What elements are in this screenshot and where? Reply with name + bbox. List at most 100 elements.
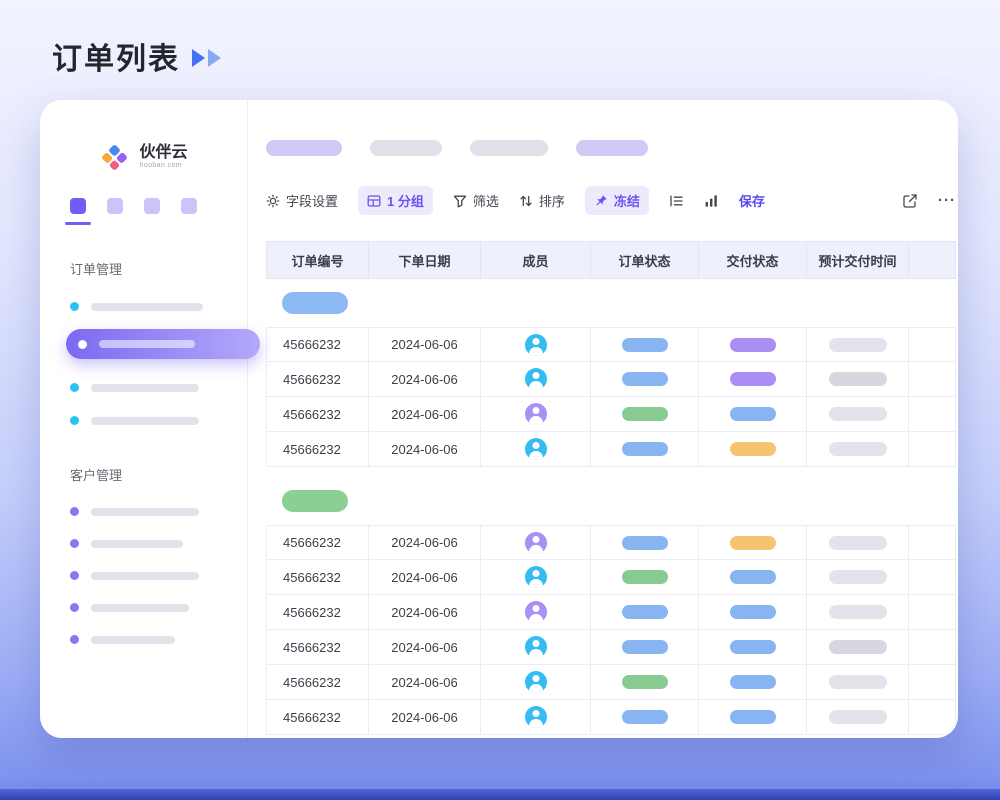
eta-cell[interactable] [807,362,909,396]
filter-button[interactable]: 筛选 [453,191,499,210]
delivery-status-cell[interactable] [699,526,807,559]
delivery-status-cell[interactable] [699,432,807,466]
order-number-cell[interactable]: 45666232 [267,700,369,734]
eta-cell[interactable] [807,432,909,466]
order-number-cell[interactable]: 45666232 [267,397,369,431]
sidebar-item[interactable] [70,571,247,580]
table-row[interactable]: 456662322024-06-06 [266,432,956,467]
group-button[interactable]: 1 分组 [358,186,433,215]
order-date-cell[interactable]: 2024-06-06 [369,328,481,361]
order-number-cell[interactable]: 45666232 [267,362,369,396]
sidebar-item[interactable] [70,539,247,548]
save-button[interactable]: 保存 [739,191,765,210]
sidebar-item[interactable] [70,603,247,612]
column-header-order-status[interactable]: 订单状态 [591,242,699,278]
order-date-cell[interactable]: 2024-06-06 [369,397,481,431]
chart-button[interactable] [704,194,719,208]
row-height-button[interactable] [669,194,684,208]
delivery-status-cell[interactable] [699,595,807,629]
nav-tab-active[interactable] [70,198,86,214]
sidebar-item[interactable] [70,635,247,644]
order-status-cell[interactable] [591,560,699,594]
order-date-cell[interactable]: 2024-06-06 [369,630,481,664]
order-status-cell[interactable] [591,595,699,629]
table-row[interactable]: 456662322024-06-06 [266,397,956,432]
order-status-cell[interactable] [591,432,699,466]
member-cell[interactable] [481,630,591,664]
column-header-order-date[interactable]: 下单日期 [369,242,481,278]
member-cell[interactable] [481,328,591,361]
order-number-cell[interactable]: 45666232 [267,665,369,699]
order-date-cell[interactable]: 2024-06-06 [369,362,481,396]
order-status-cell[interactable] [591,630,699,664]
sidebar-item-selected[interactable] [66,329,260,359]
nav-tab[interactable] [144,198,160,214]
column-header-eta[interactable]: 预计交付时间 [807,242,909,278]
delivery-status-cell[interactable] [699,665,807,699]
eta-cell[interactable] [807,595,909,629]
delivery-status-cell[interactable] [699,630,807,664]
sort-button[interactable]: 排序 [519,191,565,210]
nav-tab[interactable] [181,198,197,214]
order-number-cell[interactable]: 45666232 [267,630,369,664]
eta-cell[interactable] [807,328,909,361]
order-status-cell[interactable] [591,665,699,699]
sidebar-item[interactable] [70,507,247,516]
order-date-cell[interactable]: 2024-06-06 [369,595,481,629]
order-date-cell[interactable]: 2024-06-06 [369,526,481,559]
eta-cell[interactable] [807,630,909,664]
member-cell[interactable] [481,665,591,699]
member-cell[interactable] [481,595,591,629]
order-number-cell[interactable]: 45666232 [267,432,369,466]
delivery-status-cell[interactable] [699,328,807,361]
table-row[interactable]: 456662322024-06-06 [266,362,956,397]
table-row[interactable]: 456662322024-06-06 [266,525,956,560]
order-status-cell[interactable] [591,328,699,361]
table-row[interactable]: 456662322024-06-06 [266,665,956,700]
order-status-cell[interactable] [591,397,699,431]
table-row[interactable]: 456662322024-06-06 [266,700,956,735]
order-date-cell[interactable]: 2024-06-06 [369,432,481,466]
table-row[interactable]: 456662322024-06-06 [266,560,956,595]
member-cell[interactable] [481,560,591,594]
order-status-cell[interactable] [591,700,699,734]
eta-cell[interactable] [807,700,909,734]
sidebar-item[interactable] [70,383,247,392]
order-date-cell[interactable]: 2024-06-06 [369,700,481,734]
group-label-pill[interactable] [282,292,348,314]
table-row[interactable]: 456662322024-06-06 [266,630,956,665]
member-cell[interactable] [481,700,591,734]
delivery-status-cell[interactable] [699,560,807,594]
eta-cell[interactable] [807,560,909,594]
eta-cell[interactable] [807,397,909,431]
order-number-cell[interactable]: 45666232 [267,595,369,629]
member-cell[interactable] [481,432,591,466]
order-date-cell[interactable]: 2024-06-06 [369,665,481,699]
delivery-status-cell[interactable] [699,397,807,431]
eta-cell[interactable] [807,665,909,699]
share-button[interactable] [902,193,918,209]
member-cell[interactable] [481,362,591,396]
order-status-cell[interactable] [591,362,699,396]
more-button[interactable]: ··· [938,192,956,209]
group-label-pill[interactable] [282,490,348,512]
order-date-cell[interactable]: 2024-06-06 [369,560,481,594]
table-row[interactable]: 456662322024-06-06 [266,595,956,630]
eta-cell[interactable] [807,526,909,559]
order-number-cell[interactable]: 45666232 [267,560,369,594]
delivery-status-cell[interactable] [699,362,807,396]
order-status-cell[interactable] [591,526,699,559]
freeze-button[interactable]: 冻结 [585,186,649,215]
member-cell[interactable] [481,397,591,431]
sidebar-item[interactable] [70,416,247,425]
field-settings-button[interactable]: 字段设置 [266,191,338,210]
column-header-order-no[interactable]: 订单编号 [267,242,369,278]
member-cell[interactable] [481,526,591,559]
order-number-cell[interactable]: 45666232 [267,328,369,361]
column-header-member[interactable]: 成员 [481,242,591,278]
sidebar-item[interactable] [70,302,247,311]
order-number-cell[interactable]: 45666232 [267,526,369,559]
nav-tab[interactable] [107,198,123,214]
table-row[interactable]: 456662322024-06-06 [266,327,956,362]
column-header-delivery-status[interactable]: 交付状态 [699,242,807,278]
